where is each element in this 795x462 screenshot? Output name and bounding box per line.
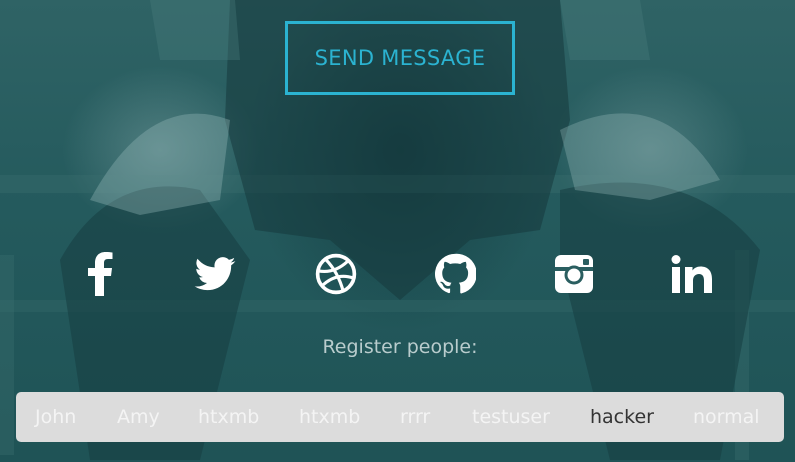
registered-people-bar: John Amy htxmb htxmb rrrr testuser hacke… bbox=[16, 392, 784, 442]
person-hacker[interactable]: hacker bbox=[590, 392, 654, 442]
person-htxmb-1[interactable]: htxmb bbox=[198, 392, 259, 442]
person-htxmb-2[interactable]: htxmb bbox=[299, 392, 360, 442]
facebook-link[interactable] bbox=[76, 250, 124, 298]
linkedin-icon bbox=[671, 254, 713, 294]
send-message-button[interactable]: SEND MESSAGE bbox=[285, 21, 515, 95]
github-icon bbox=[434, 253, 476, 295]
person-amy[interactable]: Amy bbox=[117, 392, 160, 442]
person-testuser[interactable]: testuser bbox=[472, 392, 550, 442]
dribbble-icon bbox=[315, 253, 357, 295]
github-link[interactable] bbox=[431, 250, 479, 298]
person-rrrr[interactable]: rrrr bbox=[400, 392, 430, 442]
dribbble-link[interactable] bbox=[312, 250, 360, 298]
person-normal[interactable]: normal bbox=[693, 392, 760, 442]
instagram-icon bbox=[554, 254, 594, 294]
facebook-icon bbox=[86, 252, 114, 296]
register-people-label: Register people: bbox=[322, 336, 478, 358]
person-john[interactable]: John bbox=[35, 392, 76, 442]
linkedin-link[interactable] bbox=[668, 250, 716, 298]
twitter-link[interactable] bbox=[191, 250, 239, 298]
twitter-icon bbox=[194, 257, 236, 291]
instagram-link[interactable] bbox=[550, 250, 598, 298]
